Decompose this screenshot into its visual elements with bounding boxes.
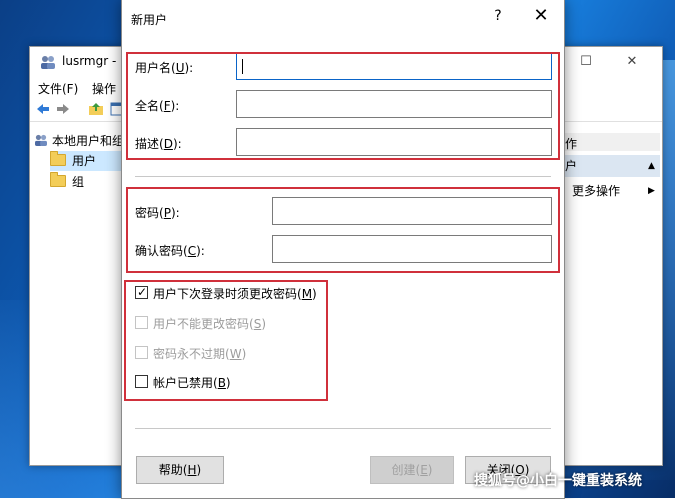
forward-arrow-icon[interactable]: [55, 101, 71, 117]
actions-section-users[interactable]: 户 ▲: [560, 155, 660, 177]
close-icon[interactable]: ✕: [527, 4, 555, 28]
chevron-right-icon: ▶: [648, 186, 655, 196]
up-folder-icon[interactable]: [88, 101, 104, 117]
separator: [135, 428, 551, 429]
watermark-text: 搜狐号@小白一键重装系统: [474, 473, 642, 489]
console-tree: 本地用户和组 用户 组: [30, 127, 130, 457]
collapse-up-icon: ▲: [648, 161, 655, 171]
create-button: 创建(E): [370, 456, 454, 484]
folder-icon: [50, 151, 66, 166]
users-group-icon: [35, 134, 47, 146]
tree-item-groups-label: 组: [72, 175, 85, 189]
help-button[interactable]: 帮助(H): [136, 456, 224, 484]
tree-item-users[interactable]: 用户: [50, 151, 130, 171]
folder-icon: [50, 172, 66, 187]
highlight-password-fields: [126, 187, 560, 273]
menu-action[interactable]: 操作: [92, 80, 116, 97]
close-window-icon[interactable]: ✕: [616, 51, 648, 73]
menu-file[interactable]: 文件(F): [38, 80, 78, 97]
tree-item-groups[interactable]: 组: [50, 172, 84, 192]
back-arrow-icon[interactable]: [35, 101, 51, 117]
lusrmgr-title: lusrmgr - [: [62, 54, 125, 68]
tree-root-label: 本地用户和组: [52, 134, 125, 148]
tree-item-users-label: 用户: [72, 154, 97, 168]
actions-more[interactable]: 更多操作 ▶: [560, 181, 660, 201]
highlight-checkboxes: [124, 280, 328, 401]
users-app-icon: [41, 56, 55, 69]
tree-root[interactable]: 本地用户和组: [34, 131, 124, 151]
dialog-title: 新用户: [131, 13, 168, 27]
highlight-account-fields: [126, 52, 560, 160]
actions-header: 作: [560, 133, 660, 151]
new-user-dialog: 新用户 ? ✕ 用户名(U): 全名(F): 描述(D): 密码(P): 确认密…: [121, 0, 565, 499]
help-icon[interactable]: ?: [490, 8, 506, 24]
maximize-icon[interactable]: ☐: [570, 51, 602, 73]
separator: [135, 176, 551, 177]
